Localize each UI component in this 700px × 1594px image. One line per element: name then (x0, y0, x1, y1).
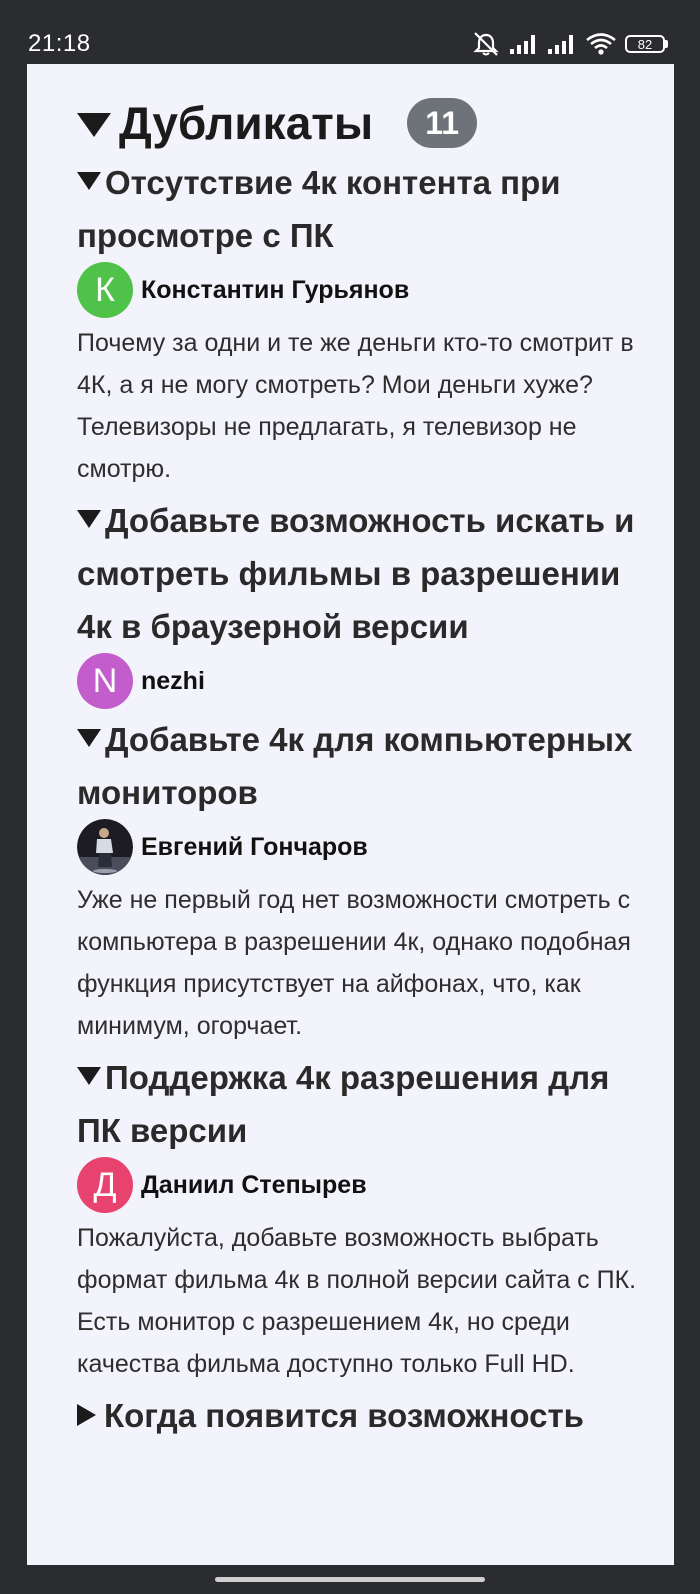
item-title: Поддержка 4к разрешения для ПК версии (77, 1059, 610, 1149)
item-title-toggle[interactable]: Поддержка 4к разрешения для ПК версии (77, 1051, 657, 1157)
item-title-toggle[interactable]: Отсутствие 4к контента при просмотре с П… (77, 156, 657, 262)
author: Евгений Гончаров (77, 819, 657, 875)
item-title-toggle[interactable]: Когда появится возможность (77, 1389, 657, 1442)
alarm-off-icon (471, 31, 501, 57)
duplicates-header[interactable]: Дубликаты 11 (77, 92, 657, 154)
collapse-triangle-icon[interactable] (77, 510, 101, 528)
group-title: Дубликаты (119, 97, 374, 149)
item-text: Уже не первый год нет возможности смотре… (77, 886, 631, 1040)
item-title: Добавьте 4к для компьютерных мониторов (77, 721, 633, 811)
author: К Константин Гурьянов (77, 262, 657, 318)
count-badge: 11 (407, 98, 478, 148)
collapse-triangle-icon[interactable] (77, 729, 101, 747)
item-title-toggle[interactable]: Добавьте 4к для компьютерных мониторов (77, 713, 657, 819)
avatar: Д (77, 1157, 133, 1213)
avatar-photo (77, 819, 133, 875)
status-icons: 82 (471, 30, 668, 58)
main-content: Дубликаты 11 Отсутствие 4к контента при … (27, 64, 674, 1565)
item-text: Почему за одни и те же деньги кто-то смо… (77, 329, 634, 483)
item-title-toggle[interactable]: Добавьте возможность искать и смотреть ф… (77, 494, 657, 653)
expand-triangle-icon[interactable] (77, 1404, 96, 1426)
author-name[interactable]: Даниил Степырев (141, 1171, 367, 1200)
author: N nezhi (77, 653, 657, 709)
item-title: Добавьте возможность искать и смотреть ф… (77, 502, 635, 645)
duplicate-item: Добавьте 4к для компьютерных мониторов Е… (77, 713, 657, 1047)
author-name[interactable]: nezhi (141, 667, 205, 696)
collapse-triangle-icon[interactable] (77, 113, 111, 137)
wifi-icon (585, 32, 617, 56)
duplicate-item: Когда появится возможность (77, 1389, 657, 1442)
status-time: 21:18 (28, 30, 91, 57)
navigation-bar (0, 1565, 700, 1594)
signal-icon (547, 33, 577, 55)
avatar: N (77, 653, 133, 709)
author: Д Даниил Степырев (77, 1157, 657, 1213)
status-bar: 21:18 82 (0, 0, 700, 64)
duplicate-item: Добавьте возможность искать и смотреть ф… (77, 494, 657, 709)
author-name[interactable]: Евгений Гончаров (141, 833, 368, 862)
duplicate-item: Отсутствие 4к контента при просмотре с П… (77, 156, 657, 490)
home-gesture-handle[interactable] (215, 1577, 485, 1582)
item-title: Когда появится возможность (104, 1397, 584, 1434)
collapse-triangle-icon[interactable] (77, 1067, 101, 1085)
avatar: К (77, 262, 133, 318)
collapse-triangle-icon[interactable] (77, 172, 101, 190)
author-name[interactable]: Константин Гурьянов (141, 276, 409, 305)
duplicate-item: Поддержка 4к разрешения для ПК версии Д … (77, 1051, 657, 1385)
item-text: Пожалуйста, добавьте возможность выбрать… (77, 1224, 637, 1378)
battery-icon: 82 (625, 35, 668, 53)
signal-icon (509, 33, 539, 55)
battery-level: 82 (625, 35, 665, 53)
item-title: Отсутствие 4к контента при просмотре с П… (77, 164, 561, 254)
